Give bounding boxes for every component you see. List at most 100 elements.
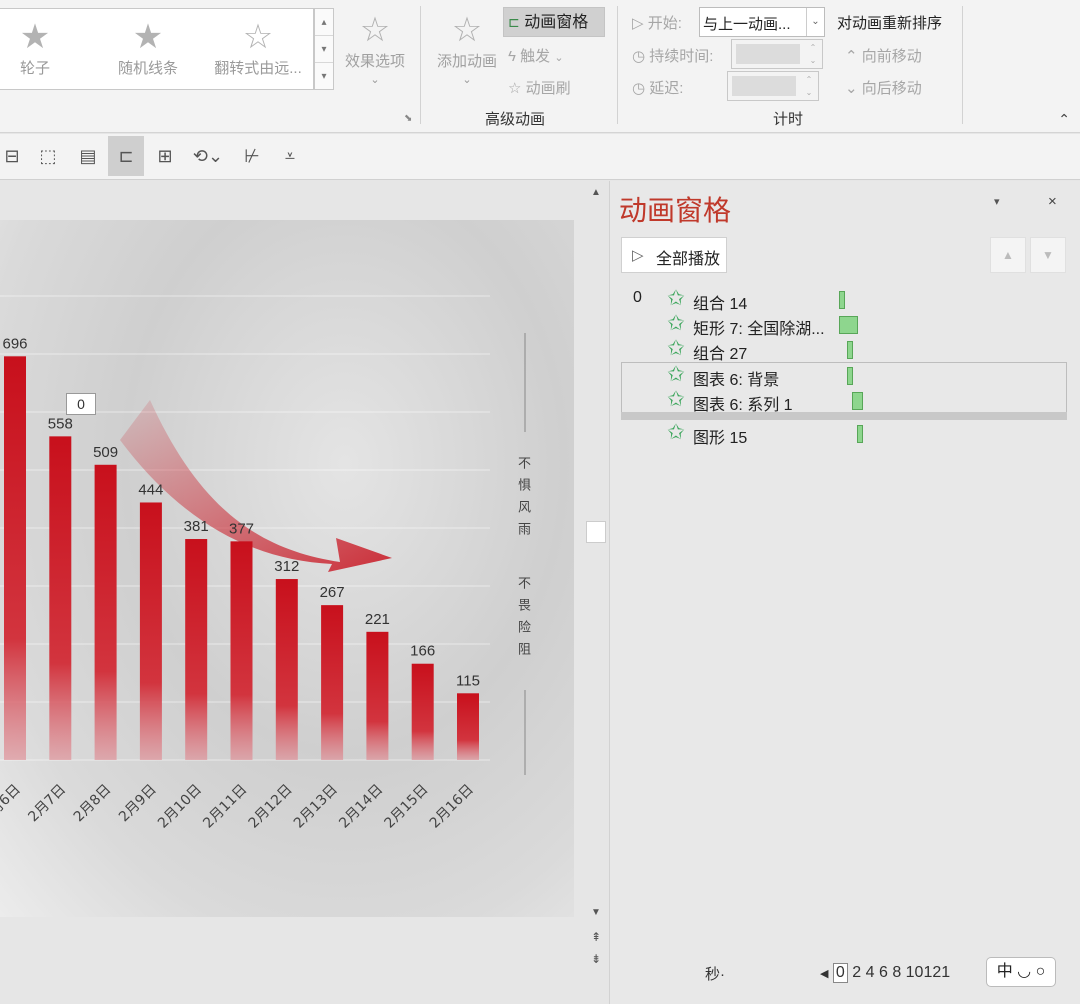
chevron-down-icon: ⌄ — [845, 80, 858, 97]
add-animation-button[interactable]: ☆ 添加动画 ⌄ — [432, 10, 502, 86]
chart-bar[interactable] — [321, 605, 344, 760]
chart-bar[interactable] — [49, 436, 72, 760]
insert-video-icon[interactable]: ⬚ — [30, 136, 66, 176]
play-icon: ▷ — [632, 15, 644, 32]
chevron-up-icon: ⌃ — [845, 48, 858, 65]
scroll-thumb[interactable] — [586, 521, 606, 543]
animation-pane: 动画窗格 ▾ × ▷ 全部播放 ▲ ▼ 0 ✩ 组合 14 ✩ 矩形 7: 全国… — [609, 181, 1080, 1004]
effect-options-button[interactable]: ☆ 效果选项 ⌄ — [340, 10, 410, 86]
timeline-left-icon[interactable]: ◀ — [820, 968, 828, 980]
timing-bar[interactable] — [839, 291, 845, 309]
duration-spinner[interactable]: ⌃ ⌄ — [731, 39, 823, 69]
add-slide-icon[interactable]: ⊞ — [147, 136, 183, 176]
animation-item[interactable]: ✩ 图表 6: 背景 — [621, 363, 1067, 389]
animation-item[interactable]: ✩ 图表 6: 系列 1 — [621, 388, 1067, 414]
gallery-down-icon[interactable]: ▾ — [315, 36, 333, 63]
category-label: 2月13日 — [291, 782, 341, 832]
timing-bar[interactable] — [847, 341, 853, 359]
category-label: 2月7日 — [25, 782, 69, 826]
gallery-item-wheel[interactable]: ★ 轮子 — [12, 17, 58, 78]
pane-title: 动画窗格 — [619, 195, 732, 226]
move-later-button[interactable]: ⌄ 向后移动 — [845, 77, 922, 98]
gallery-up-icon[interactable]: ▴ — [315, 9, 333, 36]
screen-recording-icon[interactable]: ▤ — [70, 136, 106, 176]
animation-item[interactable]: ✩ 图形 15 — [621, 421, 1067, 447]
next-slide-icon[interactable]: ⇟ — [586, 949, 606, 969]
duration-field[interactable] — [736, 44, 800, 64]
group-label-advanced: 高级动画 — [485, 111, 546, 128]
entrance-star-icon: ✩ — [667, 421, 685, 444]
timeline-ruler[interactable]: ◀ 0 2 4 6 8 10121 — [820, 963, 950, 983]
group-expand-strip[interactable] — [621, 412, 1067, 420]
gallery-more-icon[interactable]: ▾ — [315, 63, 333, 90]
timing-bar[interactable] — [852, 392, 863, 410]
timing-bar[interactable] — [839, 316, 858, 334]
chart-bar[interactable] — [457, 693, 479, 760]
slide-scrollbar[interactable]: ▲ ▼ ⇞ ⇟ — [584, 181, 608, 1004]
trigger-button[interactable]: ϟ 触发 ⌄ — [508, 45, 564, 66]
animation-pane-icon[interactable]: ⊏ — [108, 136, 144, 176]
bar-value-label: 115 — [456, 672, 480, 689]
chart-bar[interactable] — [275, 579, 298, 760]
play-icon: ▷ — [632, 247, 644, 264]
animation-painter-button[interactable]: ☆ 动画刷 — [508, 77, 571, 98]
chart-bar[interactable] — [411, 663, 434, 760]
rotate-icon[interactable]: ⟲⌄ — [186, 136, 230, 176]
customize-toolbar-icon[interactable]: ⩡ — [272, 136, 308, 176]
pane-options-icon[interactable]: ▾ — [994, 195, 1000, 208]
spin-arrows-icon[interactable]: ⌃ ⌄ — [802, 73, 816, 99]
play-all-button[interactable]: ▷ 全部播放 — [621, 237, 727, 273]
scroll-down-icon[interactable]: ▼ — [586, 903, 606, 923]
move-earlier-button[interactable]: ⌃ 向前移动 — [845, 45, 922, 66]
animation-item[interactable]: ✩ 组合 27 — [621, 337, 1067, 363]
start-combo[interactable]: 与上一动画... ⌄ — [699, 7, 825, 37]
star-lines-icon: ★ — [132, 18, 164, 56]
timing-bar[interactable] — [847, 367, 853, 385]
animation-item[interactable]: ✩ 矩形 7: 全国除湖... — [621, 312, 1067, 338]
category-label: 2月9日 — [116, 782, 160, 826]
move-down-button[interactable]: ▼ — [1030, 237, 1066, 273]
category-label: 2月11日 — [200, 782, 250, 832]
bar-chart[interactable]: 696 2月6日 558 2月7日 509 2月8日 444 2月9日 381 2月10日 377 2… — [0, 220, 574, 917]
ribbon-separator — [962, 6, 963, 124]
ribbon-separator — [617, 6, 618, 124]
delay-label: ◷ 延迟: — [632, 80, 684, 97]
delay-field[interactable] — [732, 76, 796, 96]
chart-bar[interactable] — [139, 502, 162, 760]
close-icon[interactable]: × — [1048, 193, 1057, 210]
lightning-icon: ϟ — [508, 48, 516, 65]
previous-slide-icon[interactable]: ⇞ — [586, 927, 606, 947]
chart-annotation-box[interactable]: 0 — [66, 393, 96, 415]
spin-arrows-icon[interactable]: ⌃ ⌄ — [806, 41, 820, 67]
animation-pane-button[interactable]: ⊏ 动画窗格 — [503, 7, 605, 37]
gallery-item-random-bars[interactable]: ★ 随机线条 — [110, 17, 186, 78]
timeline-zero[interactable]: 0 — [832, 963, 848, 983]
bar-value-label: 381 — [184, 518, 209, 535]
slide-canvas[interactable]: 696 2月6日 558 2月7日 509 2月8日 444 2月9日 381 2月10日 377 2… — [0, 220, 574, 917]
clock-icon: ◷ — [632, 48, 646, 65]
chart-bar[interactable] — [4, 356, 26, 760]
chart-bar[interactable] — [230, 541, 253, 760]
collapse-ribbon-icon[interactable]: ⌃ — [1058, 111, 1070, 128]
category-label: 2月15日 — [382, 782, 432, 832]
category-label: 2月12日 — [246, 782, 296, 832]
seconds-label: 秒· — [705, 966, 725, 983]
gallery-item-grow-turn[interactable]: ☆ 翻转式由远... — [206, 17, 310, 78]
bar-value-label: 558 — [48, 415, 73, 432]
crop-icon[interactable]: ⊬ — [234, 136, 270, 176]
animation-item[interactable]: 0 ✩ 组合 14 — [621, 287, 1067, 313]
chart-bar[interactable] — [185, 539, 208, 760]
chart-bar[interactable] — [366, 631, 389, 760]
timing-bar[interactable] — [857, 425, 863, 443]
quick-toolbar: ⊟ ⬚ ▤ ⊏ ⊞ ⟲⌄ ⊬ ⩡ — [0, 134, 1080, 180]
gallery-scroll: ▴ ▾ ▾ — [314, 8, 334, 90]
scroll-up-icon[interactable]: ▲ — [586, 183, 606, 203]
dialog-launcher-icon[interactable]: ⬊ — [404, 113, 412, 124]
align-icon[interactable]: ⊟ — [0, 136, 30, 176]
ime-indicator[interactable]: 中 ◡ ○ — [986, 957, 1056, 987]
delay-spinner[interactable]: ⌃ ⌄ — [727, 71, 819, 101]
chart-bar[interactable] — [94, 464, 117, 760]
move-up-button[interactable]: ▲ — [990, 237, 1026, 273]
chevron-down-icon[interactable]: ⌄ — [806, 8, 824, 36]
category-label: 2月14日 — [336, 782, 386, 832]
